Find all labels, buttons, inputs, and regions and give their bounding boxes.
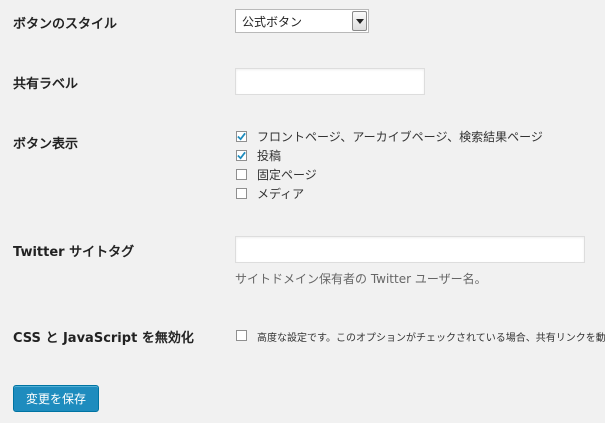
display-option-checkbox-pages[interactable] xyxy=(236,169,247,180)
display-option-checkbox-media[interactable] xyxy=(236,188,247,199)
display-option-label-media: メディア xyxy=(257,187,305,201)
display-option-label-frontpage: フロントページ、アーカイブページ、検索結果ページ xyxy=(257,130,543,144)
twitter-site-tag-input[interactable] xyxy=(235,236,585,263)
chevron-down-icon[interactable] xyxy=(352,11,367,31)
twitter-site-tag-label: Twitter サイトタグ xyxy=(13,245,135,260)
twitter-site-tag-description: サイトドメイン保有者の Twitter ユーザー名。 xyxy=(235,272,487,286)
disable-css-js-option-label: 高度な設定です。このオプションがチェックされている場合、共有リンクを動作 xyxy=(257,333,605,344)
share-label-input[interactable] xyxy=(235,68,425,95)
display-option-checkbox-posts[interactable] xyxy=(236,150,247,161)
button-display-label: ボタン表示 xyxy=(13,137,79,152)
save-changes-button[interactable]: 変更を保存 xyxy=(13,385,100,412)
check-mark-icon xyxy=(237,132,246,141)
button-style-select[interactable]: 公式ボタン xyxy=(235,9,369,33)
share-label-label: 共有ラベル xyxy=(13,77,79,92)
display-option-checkbox-frontpage[interactable] xyxy=(236,131,247,142)
display-option-label-pages: 固定ページ xyxy=(257,168,317,182)
button-style-label: ボタンのスタイル xyxy=(13,17,118,32)
disable-css-js-label: CSS と JavaScript を無効化 xyxy=(13,331,194,346)
button-style-selected-value: 公式ボタン xyxy=(242,14,303,29)
check-mark-icon xyxy=(237,151,246,160)
display-option-label-posts: 投稿 xyxy=(257,149,282,163)
disable-css-js-checkbox[interactable] xyxy=(236,330,247,341)
